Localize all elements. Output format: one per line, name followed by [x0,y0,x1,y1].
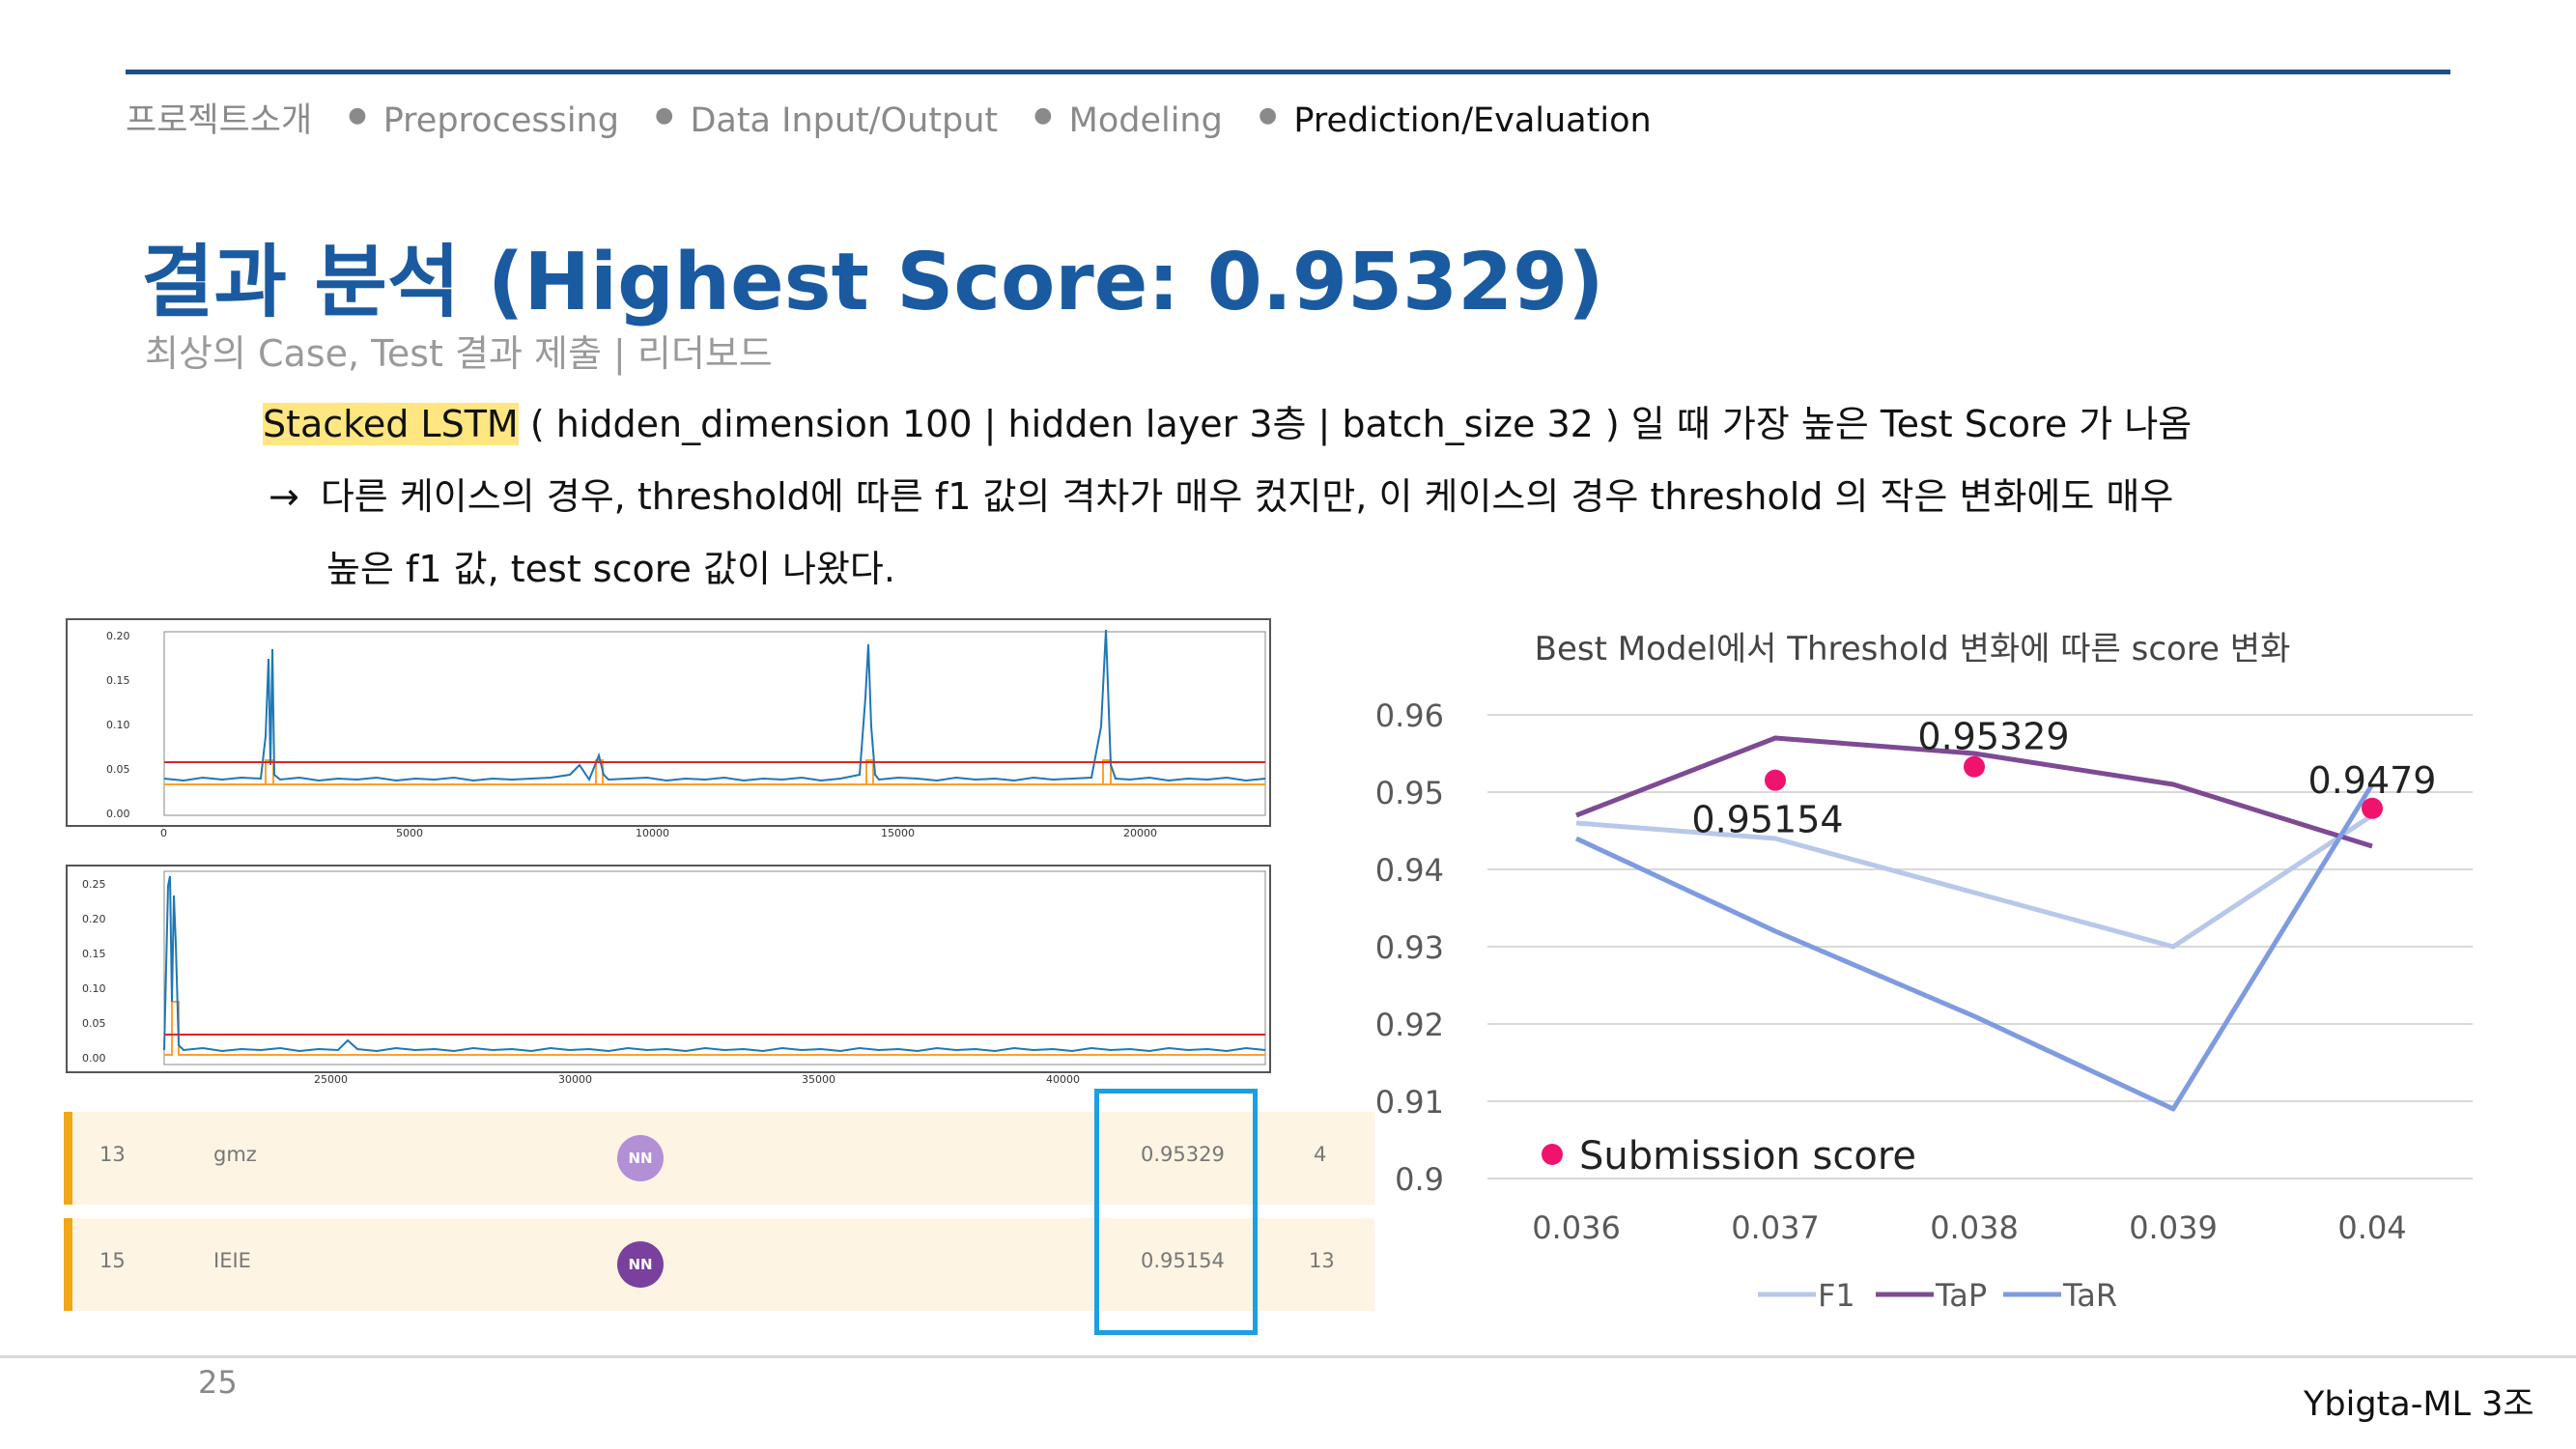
breadcrumb-nav: 프로젝트소개 ● Preprocessing ● Data Input/Outp… [126,93,1659,142]
x-tick: 40000 [1046,1073,1080,1086]
signal-line [163,875,1266,1053]
nav-separator-dot: ● [348,103,367,128]
x-tick: 15000 [881,827,915,839]
x-tick: 30000 [558,1073,592,1086]
legend-label-tar: TaR [2062,1277,2117,1314]
y-tick-label: 0.96 [1375,697,1444,734]
x-tick-label: 0.04 [2337,1209,2406,1246]
plot-frame [163,631,1266,816]
nav-item-preprocessing[interactable]: Preprocessing [383,101,619,140]
y-tick-label: 0.9 [1395,1161,1444,1198]
y-tick-label: 0.95 [1375,775,1444,811]
x-tick: 20000 [1123,827,1157,839]
footer-rule [0,1355,2576,1358]
nav-separator-dot: ● [1033,103,1053,128]
nav-item-prediction-evaluation[interactable]: Prediction/Evaluation [1293,101,1651,140]
y-tick: 0.20 [106,630,130,642]
highlight-model-name: Stacked LSTM [263,403,519,445]
y-tick: 0.25 [82,878,106,891]
submission-point [1964,755,1985,778]
arrow-icon: → [269,475,299,518]
y-tick-label: 0.92 [1375,1007,1444,1043]
x-tick-label: 0.036 [1532,1209,1621,1246]
y-tick: 0.15 [82,948,106,960]
comment-line-continued: 높은 f1 값, test score 값이 나왔다. [326,548,895,590]
x-tick: 35000 [802,1073,835,1086]
signal-line [163,629,1266,782]
team-label: Ybigta-ML 3조 [2304,1385,2534,1424]
nn-badge-icon: NN [617,1135,664,1181]
y-tick: 0.00 [106,808,130,820]
threshold-score-chart: Best Model에서 Threshold 변화에 따른 score 변화 0… [1375,630,2473,1314]
header-rule [126,70,2450,74]
entries-cell: 13 [1309,1249,1335,1272]
summary-text: ( hidden_dimension 100 | hidden layer 3층… [518,403,2193,445]
team-name-cell[interactable]: IEIE [213,1249,251,1272]
nav-item-modeling[interactable]: Modeling [1069,101,1223,140]
nav-separator-dot: ● [1258,103,1278,128]
label-step-line [164,759,1265,785]
x-tick: 10000 [636,827,669,839]
data-label: 0.95154 [1691,799,1843,841]
score-highlight-box [1094,1089,1258,1335]
x-tick-label: 0.039 [2129,1209,2218,1246]
plot1-x-ticks: 0 5000 10000 15000 20000 [66,827,1267,842]
y-tick: 0.05 [106,763,130,776]
x-tick: 5000 [396,827,423,839]
y-tick: 0.05 [82,1017,106,1030]
nav-separator-dot: ● [655,103,674,128]
x-tick: 0 [160,827,167,839]
y-tick: 0.10 [82,982,106,995]
page-title: 결과 분석 (Highest Score: 0.95329) [141,237,1604,328]
comment-line: → 다른 케이스의 경우, threshold에 따른 f1 값의 격차가 매우 … [269,467,2173,520]
label-step-line [164,1001,1265,1056]
page-number: 25 [198,1364,238,1401]
legend-submission-dot [1542,1144,1563,1165]
x-tick: 25000 [314,1073,348,1086]
nn-badge-icon: NN [617,1241,664,1288]
chart-title: Best Model에서 Threshold 변화에 따른 score 변화 [1535,630,2291,668]
legend-label-f1: F1 [1818,1277,1855,1314]
legend-label-tap: TaP [1935,1277,1987,1314]
entries-cell: 4 [1314,1143,1327,1166]
y-tick: 0.10 [106,719,130,731]
submission-point [1765,769,1786,791]
rank-cell: 15 [99,1249,126,1272]
nav-item-project-intro[interactable]: 프로젝트소개 [126,101,312,140]
y-tick: 0.15 [106,674,130,687]
plot2-x-ticks: 25000 30000 35000 40000 [66,1073,1267,1089]
y-tick: 0.20 [82,913,106,925]
x-tick-label: 0.038 [1930,1209,2019,1246]
y-tick-label: 0.93 [1375,929,1444,966]
data-label: 0.9479 [2308,759,2437,802]
data-label: 0.95329 [1917,716,2069,758]
anomaly-plot-1: 0.20 0.15 0.10 0.05 0.00 [66,618,1271,827]
legend-submission-label: Submission score [1579,1134,1916,1179]
page-subtitle: 최상의 Case, Test 결과 제출 | 리더보드 [145,332,773,375]
y-tick-label: 0.94 [1375,852,1444,889]
anomaly-plot-2: 0.25 0.20 0.15 0.10 0.05 0.00 [66,865,1271,1073]
y-tick: 0.00 [82,1052,106,1065]
summary-line: Stacked LSTM ( hidden_dimension 100 | hi… [263,394,2192,447]
nav-item-data-io[interactable]: Data Input/Output [690,101,998,140]
team-name-cell[interactable]: gmz [213,1143,257,1166]
rank-cell: 13 [99,1143,126,1166]
y-tick-label: 0.91 [1375,1084,1444,1121]
comment-text: 다른 케이스의 경우, threshold에 따른 f1 값의 격차가 매우 컸… [320,475,2174,518]
x-tick-label: 0.037 [1731,1209,1820,1246]
